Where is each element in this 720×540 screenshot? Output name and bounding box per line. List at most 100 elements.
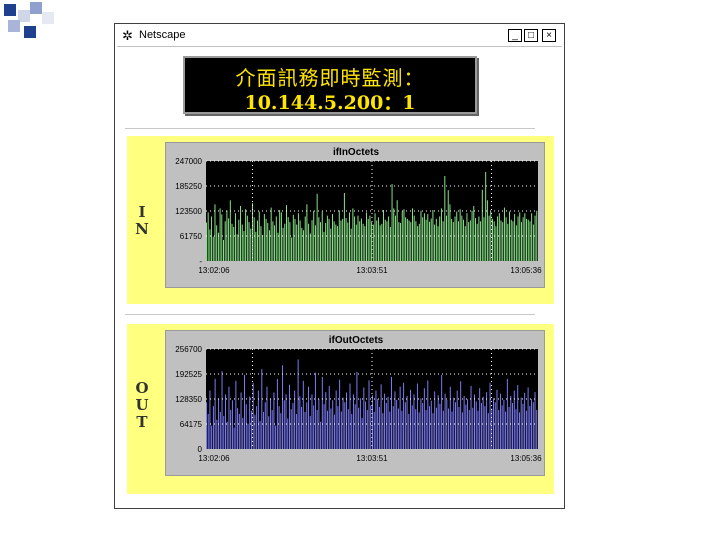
data-bar [507, 223, 509, 261]
data-bar [257, 220, 259, 261]
data-bar [354, 404, 356, 449]
data-bar [365, 401, 367, 449]
data-bar [308, 386, 309, 449]
data-bar [309, 233, 311, 261]
data-bar [337, 406, 339, 449]
data-bar [309, 415, 311, 449]
data-bar [275, 216, 277, 261]
out-label-letter: T [136, 413, 148, 431]
data-bar [489, 382, 491, 449]
data-bar [529, 221, 531, 261]
data-bar [247, 423, 249, 449]
data-bar [394, 391, 396, 449]
data-bar [226, 421, 228, 449]
data-bar [525, 410, 527, 449]
data-bar [229, 200, 231, 261]
data-bar [337, 226, 339, 261]
data-bar [207, 413, 209, 449]
data-bar [276, 378, 278, 449]
data-bar [325, 392, 327, 449]
in-octets-chart: ifInOctets 247000 185250 123500 61750 -13:02:… [175, 147, 542, 275]
data-bar [369, 215, 371, 261]
data-bar [398, 222, 400, 261]
data-bar [527, 219, 529, 261]
data-bar [453, 397, 455, 449]
data-bar [463, 219, 465, 261]
data-bar [240, 392, 242, 449]
data-bar [339, 379, 341, 449]
data-bar [330, 408, 332, 449]
data-bar [328, 385, 330, 449]
data-bar [468, 410, 470, 449]
data-bar [356, 371, 358, 449]
data-bar [359, 398, 361, 449]
in-chart-frame: ifInOctets 247000 185250 123500 61750 -13:02:… [165, 142, 545, 288]
data-bar [532, 224, 534, 261]
data-bar [237, 408, 239, 449]
data-bar [465, 404, 467, 449]
data-bar [328, 218, 330, 261]
data-bar [377, 217, 379, 261]
data-bar [231, 223, 233, 261]
out-label-column: O U T [127, 324, 158, 494]
data-bar [345, 218, 347, 261]
data-bar [223, 239, 224, 261]
window-title: Netscape [139, 29, 186, 41]
data-bar [292, 214, 294, 261]
data-bar [273, 392, 275, 449]
title-bar[interactable]: ✲ Netscape _ □ × [117, 26, 562, 47]
data-bar [286, 205, 287, 261]
data-bar [444, 393, 446, 449]
data-bar [375, 390, 377, 449]
data-bar [313, 405, 315, 449]
data-bar [238, 219, 240, 261]
data-bar [332, 400, 334, 449]
data-bar [211, 216, 213, 261]
data-bar [325, 222, 327, 261]
data-bar [532, 402, 534, 449]
data-bar [451, 411, 453, 449]
data-bar [520, 222, 522, 261]
data-bar [467, 399, 469, 449]
data-bar [505, 217, 507, 261]
page-header: 介面訊務即時監測： 10.144.5.200：1 [183, 56, 477, 114]
data-bar [350, 228, 352, 261]
data-bar [447, 190, 449, 261]
data-bar [403, 209, 405, 261]
data-bar [302, 380, 304, 449]
data-bar [295, 413, 297, 449]
data-bar [376, 220, 378, 261]
data-bar [486, 200, 488, 261]
data-bar [214, 378, 216, 449]
data-bar [430, 218, 432, 261]
data-bar [391, 376, 392, 449]
data-bar [251, 203, 253, 261]
data-bar [236, 234, 238, 261]
data-bar [503, 399, 505, 449]
close-button[interactable]: × [542, 29, 556, 42]
data-bar [468, 222, 470, 261]
data-bar [382, 413, 384, 449]
data-bar [524, 213, 526, 261]
data-bar [355, 224, 357, 261]
data-bar [254, 414, 256, 449]
minimize-button[interactable]: _ [508, 29, 522, 42]
maximize-button[interactable]: □ [524, 29, 538, 42]
data-bar [268, 416, 270, 449]
data-bar [418, 412, 420, 449]
data-bar [492, 218, 493, 261]
data-bar [520, 397, 522, 449]
data-bar [497, 216, 499, 261]
data-bar [291, 237, 293, 261]
data-bar [278, 406, 280, 449]
chart-title: ifInOctets [333, 147, 380, 158]
data-bar [415, 409, 417, 449]
data-bar [242, 417, 244, 449]
data-bar [372, 395, 373, 449]
data-bar [380, 384, 382, 449]
data-bar [399, 386, 401, 449]
data-bar [442, 221, 444, 261]
data-bar [340, 411, 342, 449]
data-bar [368, 380, 370, 449]
data-bar [413, 394, 415, 449]
